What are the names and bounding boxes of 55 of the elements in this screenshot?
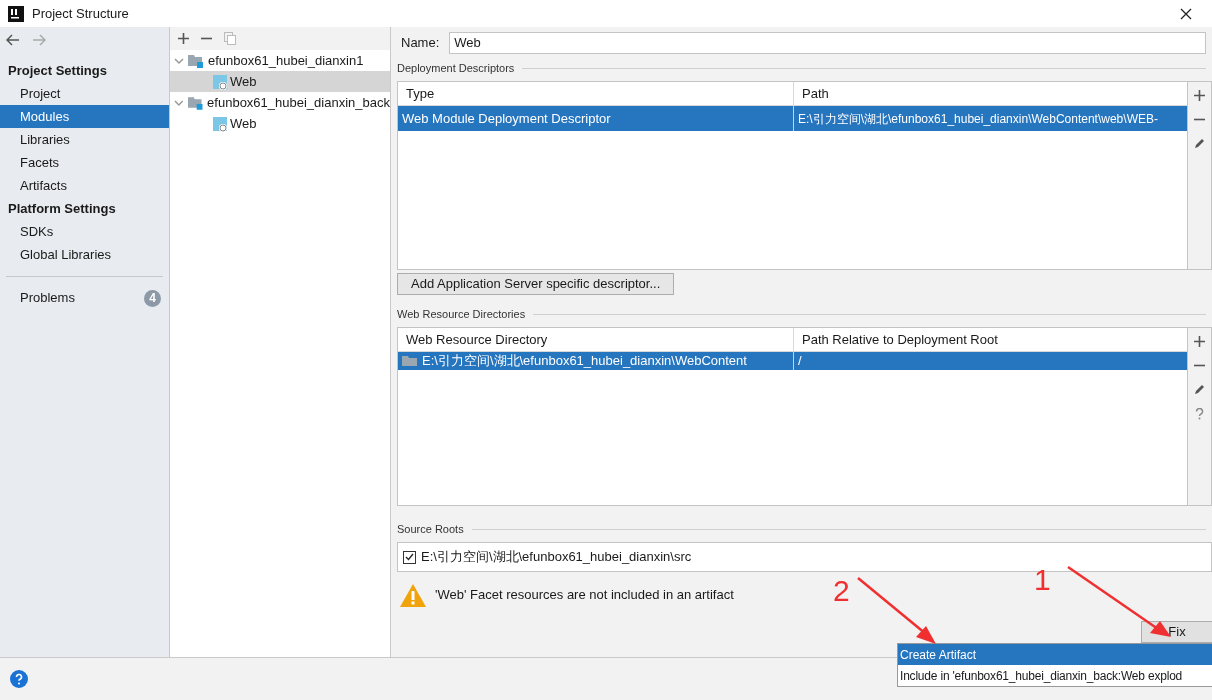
folder-icon [402, 355, 418, 367]
edit-icon[interactable] [1194, 384, 1205, 395]
module-tree-item[interactable]: Web [230, 71, 257, 92]
edit-icon[interactable] [1194, 138, 1205, 149]
popup-menu-item[interactable]: Create Artifact [898, 644, 1212, 665]
module-tree-item[interactable]: Web [230, 113, 257, 134]
sidebar-item[interactable]: Project [0, 82, 169, 105]
add-icon[interactable] [1194, 90, 1205, 101]
sidebar-item[interactable]: Global Libraries [0, 243, 169, 266]
module-tree-item[interactable]: efunbox61_hubei_dianxin1 [208, 50, 364, 71]
sidebar-section-title: Platform Settings [7, 199, 117, 218]
sidebar-item[interactable]: Artifacts [0, 174, 169, 197]
problems-count-badge: 4 [144, 289, 161, 307]
sidebar-item[interactable]: Modules [0, 105, 169, 128]
source-root-path: E:\引力空间\湖北\efunbox61_hubei_dianxin\src [421, 548, 692, 567]
section-title: Source Roots [397, 521, 464, 537]
expand-chevron-icon[interactable] [174, 56, 184, 65]
checkbox[interactable] [403, 550, 416, 564]
sidebar-item[interactable]: Facets [0, 151, 169, 174]
help-icon[interactable] [1195, 408, 1204, 420]
table-cell-text: E:\引力空间\湖北\efunbox61_hubei_dianxin\WebContent\web\WEB- [798, 110, 1158, 128]
table-cell-text: E:\引力空间\湖北\efunbox61_hubei_dianxin\WebContent [422, 352, 747, 371]
add-icon[interactable] [1194, 336, 1205, 347]
web-facet-icon [212, 115, 228, 132]
problems-item[interactable]: Problems [20, 288, 75, 308]
close-icon[interactable] [1180, 7, 1192, 20]
window-title: Project Structure [32, 4, 129, 23]
module-tree-item[interactable]: efunbox61_hubei_dianxin_back [207, 92, 390, 113]
section-title: Deployment Descriptors [397, 60, 515, 76]
add-icon[interactable] [178, 33, 189, 44]
sidebar-item[interactable]: SDKs [0, 220, 169, 243]
popup-menu-item[interactable]: Include in 'efunbox61_hubei_dianxin_back:Web explod [898, 665, 1212, 686]
back-arrow-icon[interactable] [6, 34, 20, 46]
sidebar-item[interactable]: Libraries [0, 128, 169, 151]
annotation-number: 2 [833, 576, 850, 606]
warning-message: 'Web' Facet resources are not included in an artifact [435, 586, 734, 605]
column-header[interactable]: Type [398, 82, 794, 105]
name-field[interactable]: Web [449, 32, 1206, 54]
warning-icon [399, 582, 427, 608]
sidebar-section-title: Project Settings [7, 61, 108, 80]
table-cell-text: Web Module Deployment Descriptor [402, 109, 611, 128]
table-cell: / [798, 352, 802, 370]
module-folder-icon [187, 95, 204, 110]
annotation-number: 1 [1034, 565, 1051, 595]
expand-chevron-icon[interactable] [174, 98, 184, 107]
column-header[interactable]: Path [794, 82, 1187, 105]
column-header[interactable]: Path Relative to Deployment Root [794, 328, 1187, 351]
section-title: Web Resource Directories [397, 306, 526, 322]
add-descriptor-button[interactable]: Add Application Server specific descriptor... [397, 273, 675, 295]
column-header[interactable]: Web Resource Directory [398, 328, 794, 351]
name-label: Name: [401, 34, 440, 53]
web-facet-icon [212, 73, 228, 90]
module-folder-icon [188, 53, 204, 68]
help-icon[interactable] [10, 670, 28, 688]
app-logo-icon [8, 5, 24, 22]
